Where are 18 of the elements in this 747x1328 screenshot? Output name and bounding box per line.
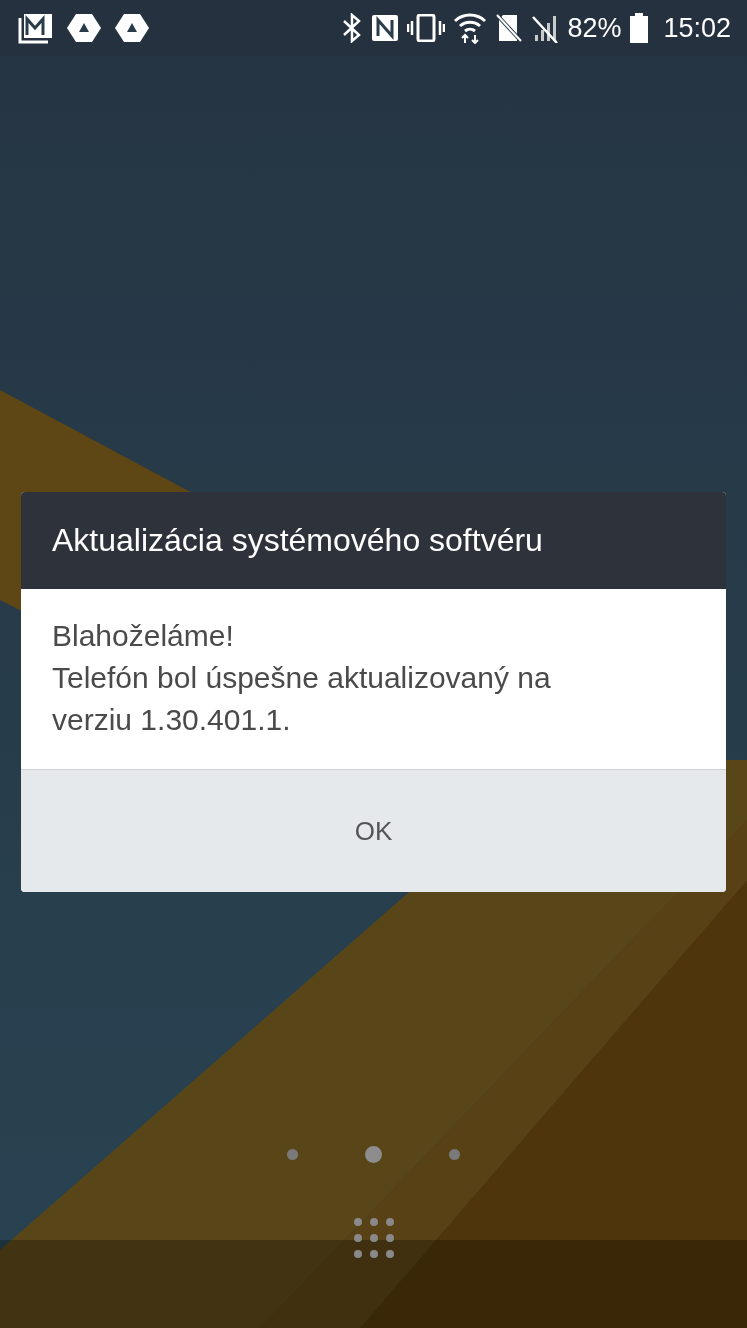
app-drawer-icon[interactable] — [353, 1218, 394, 1258]
dialog-title: Aktualizácia systémového softvéru — [21, 492, 726, 589]
triangle-icon — [114, 12, 150, 44]
clock: 15:02 — [663, 12, 731, 44]
battery-percentage: 82% — [567, 12, 622, 44]
dialog-message: Telefón bol úspešne aktualizovaný na verziu 1.30.401.1. — [52, 660, 552, 738]
ok-button[interactable]: OK — [21, 769, 726, 892]
mail-icon — [18, 12, 54, 44]
vibrate-icon — [407, 14, 446, 42]
dialog-message: Blahoželáme! — [52, 618, 235, 654]
nfc-icon — [371, 14, 400, 42]
no-sim-icon — [495, 13, 524, 43]
battery-icon — [629, 12, 650, 44]
triangle-icon — [66, 12, 102, 44]
signal-icon — [531, 13, 560, 43]
page-indicator[interactable] — [449, 1149, 460, 1160]
page-indicator[interactable] — [287, 1149, 298, 1160]
wifi-icon — [453, 12, 488, 44]
